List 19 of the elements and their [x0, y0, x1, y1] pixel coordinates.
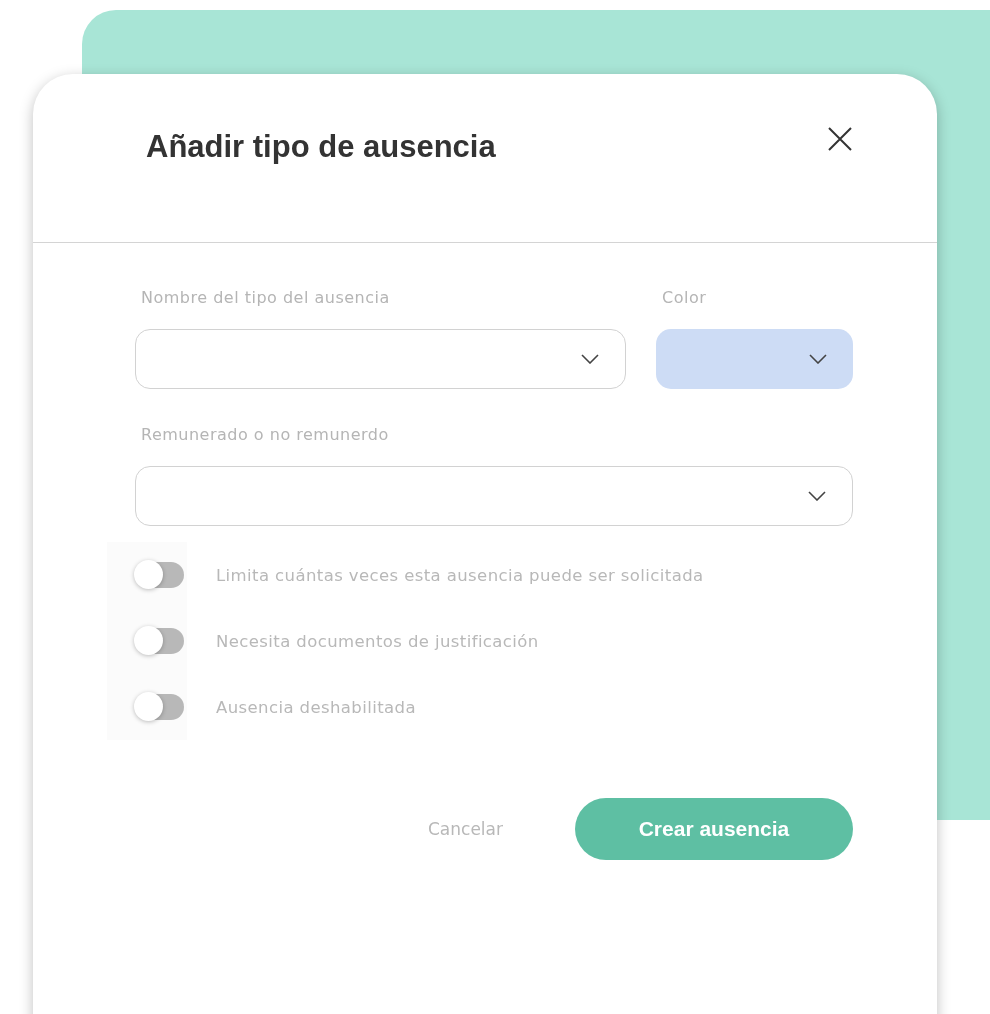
cancel-button[interactable]: Cancelar: [416, 811, 515, 847]
chevron-down-icon: [581, 354, 599, 364]
color-select[interactable]: [656, 329, 853, 389]
close-icon: [827, 126, 853, 152]
chevron-down-icon: [809, 354, 827, 364]
toggle-switch[interactable]: [135, 562, 184, 588]
toggle-label: Limita cuántas veces esta ausencia puede ser solicitada: [216, 565, 704, 585]
toggle-switch[interactable]: [135, 628, 184, 654]
dialog-title: Añadir tipo de ausencia: [146, 129, 496, 165]
field-label: Nombre del tipo del ausencia: [141, 288, 391, 307]
field-label: Remunerado o no remunerdo: [141, 425, 390, 444]
select-field[interactable]: [135, 466, 853, 526]
chevron-down-icon: [808, 491, 826, 501]
field-label: Color: [662, 288, 708, 307]
toggle-label: Necesita documentos de justificación: [216, 631, 539, 651]
toggle-label: Ausencia deshabilitada: [216, 697, 416, 717]
toggle-switch[interactable]: [135, 694, 184, 720]
select-field[interactable]: [135, 329, 626, 389]
create-button[interactable]: Crear ausencia: [575, 798, 853, 860]
